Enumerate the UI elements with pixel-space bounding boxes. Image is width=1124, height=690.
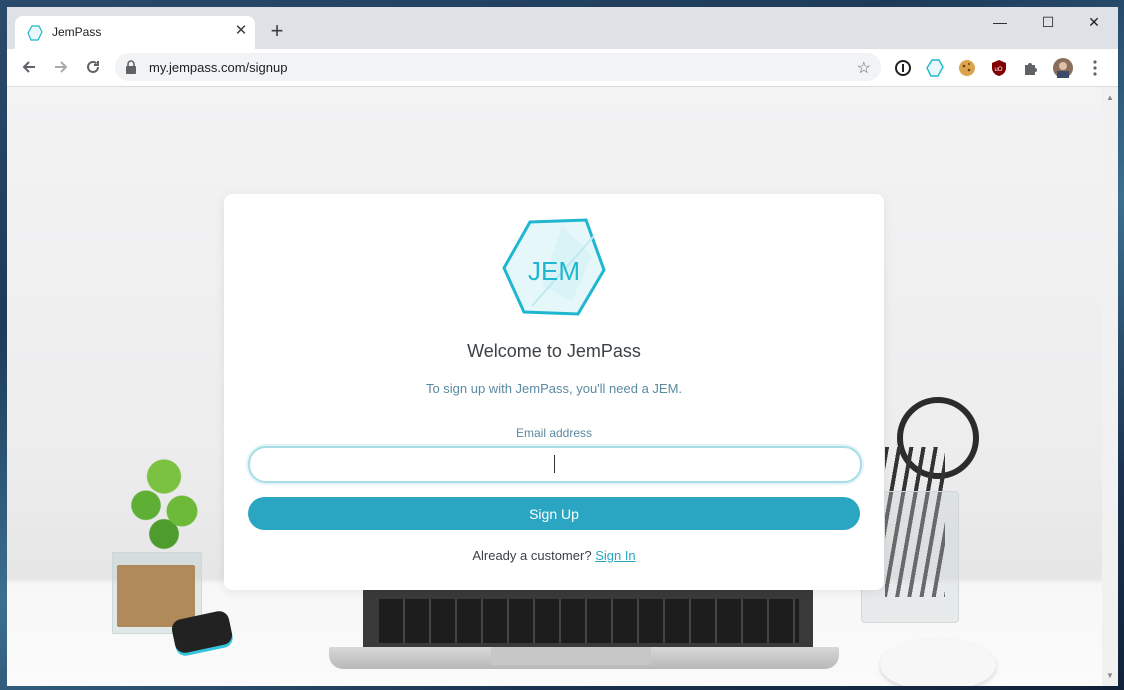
jempass-favicon-icon bbox=[27, 25, 43, 41]
sign-up-button[interactable]: Sign Up bbox=[248, 497, 860, 530]
email-field[interactable] bbox=[248, 446, 862, 483]
plant-image bbox=[119, 442, 209, 557]
email-label: Email address bbox=[515, 426, 593, 440]
reload-icon bbox=[87, 60, 99, 73]
maximize-button[interactable]: ☐ bbox=[1025, 7, 1071, 37]
welcome-heading: Welcome to JemPass bbox=[467, 341, 641, 361]
url-text: my.jempass.com/signup bbox=[149, 60, 288, 75]
signup-card: JEM Welcome to JemPass To sign up with J… bbox=[224, 194, 884, 590]
browser-window: JemPass ✕ + — ☐ ✕ my.jempass.com/signup … bbox=[7, 7, 1118, 686]
tab-close-icon[interactable]: ✕ bbox=[233, 23, 249, 39]
reload-button[interactable] bbox=[81, 55, 105, 79]
tab-title: JemPass bbox=[52, 25, 102, 39]
password-ext-icon[interactable] bbox=[893, 58, 913, 78]
keyboard-image bbox=[379, 599, 799, 643]
svg-text:uO: uO bbox=[995, 67, 1003, 73]
back-icon bbox=[22, 61, 35, 73]
logo-text: JEM bbox=[528, 256, 580, 286]
vertical-scrollbar[interactable]: ▲ ▼ bbox=[1102, 87, 1118, 686]
ublock-ext-icon[interactable]: uO bbox=[989, 58, 1009, 78]
text-caret bbox=[554, 455, 555, 473]
trackpad-image bbox=[491, 647, 651, 665]
menu-icon[interactable] bbox=[1085, 58, 1105, 78]
browser-toolbar: my.jempass.com/signup ☆ uO bbox=[7, 49, 1118, 87]
already-customer-text: Already a customer? Sign In bbox=[224, 548, 884, 563]
forward-icon bbox=[55, 61, 68, 73]
mouse-image bbox=[880, 639, 996, 686]
scroll-up-icon[interactable]: ▲ bbox=[1106, 93, 1114, 102]
scroll-down-icon[interactable]: ▼ bbox=[1106, 671, 1114, 680]
jem-logo: JEM bbox=[502, 218, 606, 316]
close-window-button[interactable]: ✕ bbox=[1071, 7, 1117, 37]
jempass-ext-icon[interactable] bbox=[925, 58, 945, 78]
minimize-button[interactable]: — bbox=[977, 7, 1023, 37]
star-icon[interactable]: ☆ bbox=[857, 58, 871, 78]
signup-subtitle: To sign up with JemPass, you'll need a J… bbox=[425, 381, 683, 396]
avatar[interactable] bbox=[1053, 58, 1073, 78]
tab-jempass[interactable]: JemPass ✕ bbox=[15, 16, 255, 49]
sign-in-link[interactable]: Sign In bbox=[595, 548, 635, 563]
tab-bar: JemPass ✕ + — ☐ ✕ bbox=[7, 7, 1118, 49]
address-bar[interactable]: my.jempass.com/signup ☆ bbox=[115, 53, 881, 81]
back-button[interactable] bbox=[17, 55, 41, 79]
puzzle-icon[interactable] bbox=[1021, 58, 1041, 78]
forward-button[interactable] bbox=[49, 55, 73, 79]
already-customer-label: Already a customer? bbox=[472, 548, 592, 563]
cookie-ext-icon[interactable] bbox=[957, 58, 977, 78]
lock-icon bbox=[126, 60, 136, 74]
new-tab-button[interactable]: + bbox=[265, 19, 289, 43]
page-viewport: JEM Welcome to JemPass To sign up with J… bbox=[7, 87, 1102, 686]
